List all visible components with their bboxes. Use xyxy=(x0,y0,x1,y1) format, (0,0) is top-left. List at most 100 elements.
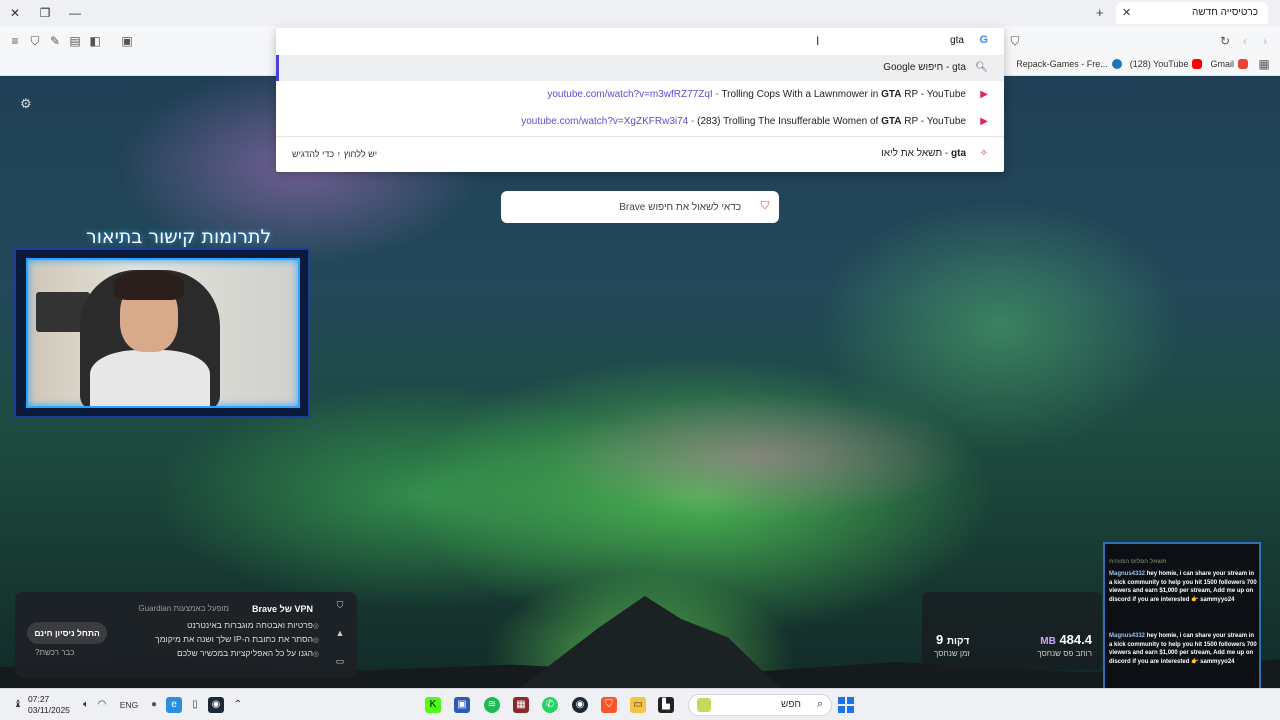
gmail-icon xyxy=(1238,59,1248,69)
forward-icon[interactable]: › xyxy=(1257,33,1273,49)
kick-icon[interactable]: K xyxy=(425,697,441,713)
vpn-feature: פרטיות ואבטחה מוגברות באינטרנט xyxy=(186,620,313,630)
new-tab-button[interactable]: + xyxy=(1096,5,1104,20)
suggestion-title-suffix: RP - YouTube xyxy=(901,89,966,100)
steam-icon[interactable]: ◉ xyxy=(572,697,588,713)
suggestion-url: youtube.com/watch?v=XgZKFRw3i74 xyxy=(521,116,689,127)
mountain-peak xyxy=(520,596,780,688)
donation-banner: לתרומות קישור בתיאור xyxy=(86,226,272,248)
edge-icon[interactable]: e xyxy=(166,697,182,713)
youtube-icon xyxy=(1192,59,1203,69)
bookmark-icon[interactable]: ⛉ xyxy=(1007,33,1023,49)
time-saved-label: זמן שנחסך xyxy=(934,649,970,658)
chevron-up-icon[interactable]: ⌃ xyxy=(230,697,246,713)
webcam-feed xyxy=(26,258,300,408)
window-restore-icon[interactable]: ❐ xyxy=(36,4,54,22)
search-placeholder: חפש xyxy=(781,699,801,710)
winrar-icon[interactable]: ▦ xyxy=(513,697,529,713)
menu-icon[interactable]: ≡ xyxy=(7,33,23,49)
extensions-icon[interactable]: ✎ xyxy=(47,33,63,49)
brave-search-prompt[interactable]: ⛉ כדאי לשאול את חיפוש Brave xyxy=(501,191,779,223)
vpn-subtitle: מופעל באמצעות Guardian xyxy=(138,604,229,613)
brave-icon[interactable]: ⛉ xyxy=(601,697,617,713)
card-icon[interactable]: ▭ xyxy=(333,656,347,670)
suggestion-title: - תשאל את ליאו xyxy=(881,148,951,159)
steam-tray-icon[interactable]: ◉ xyxy=(208,697,224,713)
microphone-icon[interactable]: ● xyxy=(146,697,162,713)
notification-icon[interactable]: ♝ xyxy=(10,697,26,713)
bandwidth-number: 484.4 xyxy=(1059,632,1092,647)
check-icon: ◎ xyxy=(312,651,319,658)
window-close-icon[interactable]: ✕ xyxy=(6,4,24,22)
person-body xyxy=(90,350,210,406)
bookmark-youtube[interactable]: (128) YouTube xyxy=(1130,59,1203,69)
bookmark-label: Repack-Games - Fre... xyxy=(1016,59,1108,69)
chat-username: Magnus4332 xyxy=(1109,633,1146,639)
suggestion-google-search[interactable]: 🔍︎ gta - חיפוש Google xyxy=(276,55,1004,81)
apps-icon[interactable]: ▦ xyxy=(1256,56,1272,72)
bandwidth-saved-value: MB 484.4 xyxy=(1040,632,1092,647)
reload-icon[interactable]: ↻ xyxy=(1217,33,1233,49)
wifi-icon[interactable]: ◠ xyxy=(94,697,110,713)
suggestion-ask-leo[interactable]: ✧ gta - תשאל את ליאו יש ללחוץ ↑ כדי להדג… xyxy=(276,141,1004,167)
terminal-icon[interactable]: ▙ xyxy=(658,697,674,713)
text-cursor-icon: I xyxy=(816,34,820,48)
back-icon[interactable]: ‹ xyxy=(1237,33,1253,49)
wallet-icon[interactable]: ▤ xyxy=(67,33,83,49)
vpn-promo-card: ⛉ ▲ ▭ VPN של Brave מופעל באמצעות Guardia… xyxy=(15,592,357,678)
youtube-icon: ▶ xyxy=(980,116,988,127)
suggestion-url: youtube.com/watch?v=m3wfRZ77ZqI xyxy=(547,89,713,100)
suggestion-title: (283) Trolling The Insufferable Women of xyxy=(697,116,882,127)
bookmark-repack-games[interactable]: Repack-Games - Fre... xyxy=(1016,59,1122,69)
search-highlight-icon xyxy=(697,698,711,712)
suggestion-youtube-2[interactable]: ▶ youtube.com/watch?v=XgZKFRw3i74 - (283… xyxy=(276,109,1004,135)
windows-start-icon[interactable] xyxy=(838,697,854,713)
leo-star-icon: ✧ xyxy=(979,148,988,159)
language-indicator[interactable]: ENG xyxy=(118,697,140,713)
battery-icon[interactable]: ▯ xyxy=(187,697,203,713)
suggestion-title-bold: gta xyxy=(951,148,966,159)
file-explorer-icon[interactable]: ▭ xyxy=(630,697,646,713)
suggestion-youtube-1[interactable]: ▶ youtube.com/watch?v=m3wfRZ77ZqI - Trol… xyxy=(276,82,1004,108)
tab-search-icon[interactable]: ▣ xyxy=(119,33,135,49)
already-purchased-link[interactable]: כבר רכשת? xyxy=(35,648,74,657)
warning-icon[interactable]: ▲ xyxy=(333,628,347,642)
divider xyxy=(276,136,1004,137)
address-bar-text: gta xyxy=(950,35,964,46)
bookmark-gmail[interactable]: Gmail xyxy=(1210,59,1248,69)
search-icon: 🔍︎ xyxy=(975,62,988,73)
taskbar-search-input[interactable]: ⌕ חפש xyxy=(688,694,832,716)
google-icon: G xyxy=(979,34,988,46)
vpn-shield-icon[interactable]: ⛉ xyxy=(333,600,347,614)
keyboard-hint: יש ללחוץ ↑ כדי להדגיש xyxy=(292,149,378,159)
brave-lion-icon: ⛉ xyxy=(760,200,769,212)
clock-date: 03/11/2025 xyxy=(28,705,70,715)
tab-new-tab[interactable]: כרטיסייה חדשה ✕ xyxy=(1116,2,1268,24)
shields-icon[interactable]: ⛉ xyxy=(27,33,43,49)
tab-close-icon[interactable]: ✕ xyxy=(1122,6,1131,19)
address-bar-input[interactable]: gta G xyxy=(276,28,1004,54)
gear-icon[interactable]: ⚙ xyxy=(20,96,32,112)
whatsapp-icon[interactable]: ✆ xyxy=(542,697,558,713)
suggestion-title: Trolling Cops With a Lawnmower in xyxy=(721,89,882,100)
tab-title: כרטיסייה חדשה xyxy=(1192,7,1258,18)
volume-icon[interactable]: 🔈︎ xyxy=(78,697,94,713)
chat-message: Magnus4332 hey homie, i can share your s… xyxy=(1109,632,1259,666)
check-icon: ◎ xyxy=(312,637,319,644)
brave-search-prompt-text: כדאי לשאול את חיפוש Brave xyxy=(619,202,741,213)
system-clock[interactable]: 07:27 03/11/2025 xyxy=(28,694,70,716)
start-free-trial-button[interactable]: התחל ניסיון חינם xyxy=(27,622,107,644)
suggestion-title-bold: GTA xyxy=(881,89,902,100)
check-icon: ◎ xyxy=(312,623,319,630)
chat-username: Magnus4332 xyxy=(1109,571,1146,577)
stream-chat-overlay: תשאל הפלוס המוהיח Magnus4332 hey homie, … xyxy=(1103,542,1261,700)
brave-stats-widget: MB 484.4 רוחב פס שנחסך 9 דקות זמן שנחסך xyxy=(922,592,1102,670)
time-number: 9 xyxy=(936,632,944,647)
sidebar-icon[interactable]: ◧ xyxy=(87,33,103,49)
app-icon[interactable]: ▣ xyxy=(454,697,470,713)
spotify-icon[interactable]: ≋ xyxy=(484,697,500,713)
time-saved-value: 9 דקות xyxy=(936,632,969,647)
window-minimize-icon[interactable]: — xyxy=(66,4,84,22)
clock-time: 07:27 xyxy=(28,694,50,704)
vpn-feature: הגנו על כל האפליקציות במכשיר שלכם xyxy=(176,648,313,658)
